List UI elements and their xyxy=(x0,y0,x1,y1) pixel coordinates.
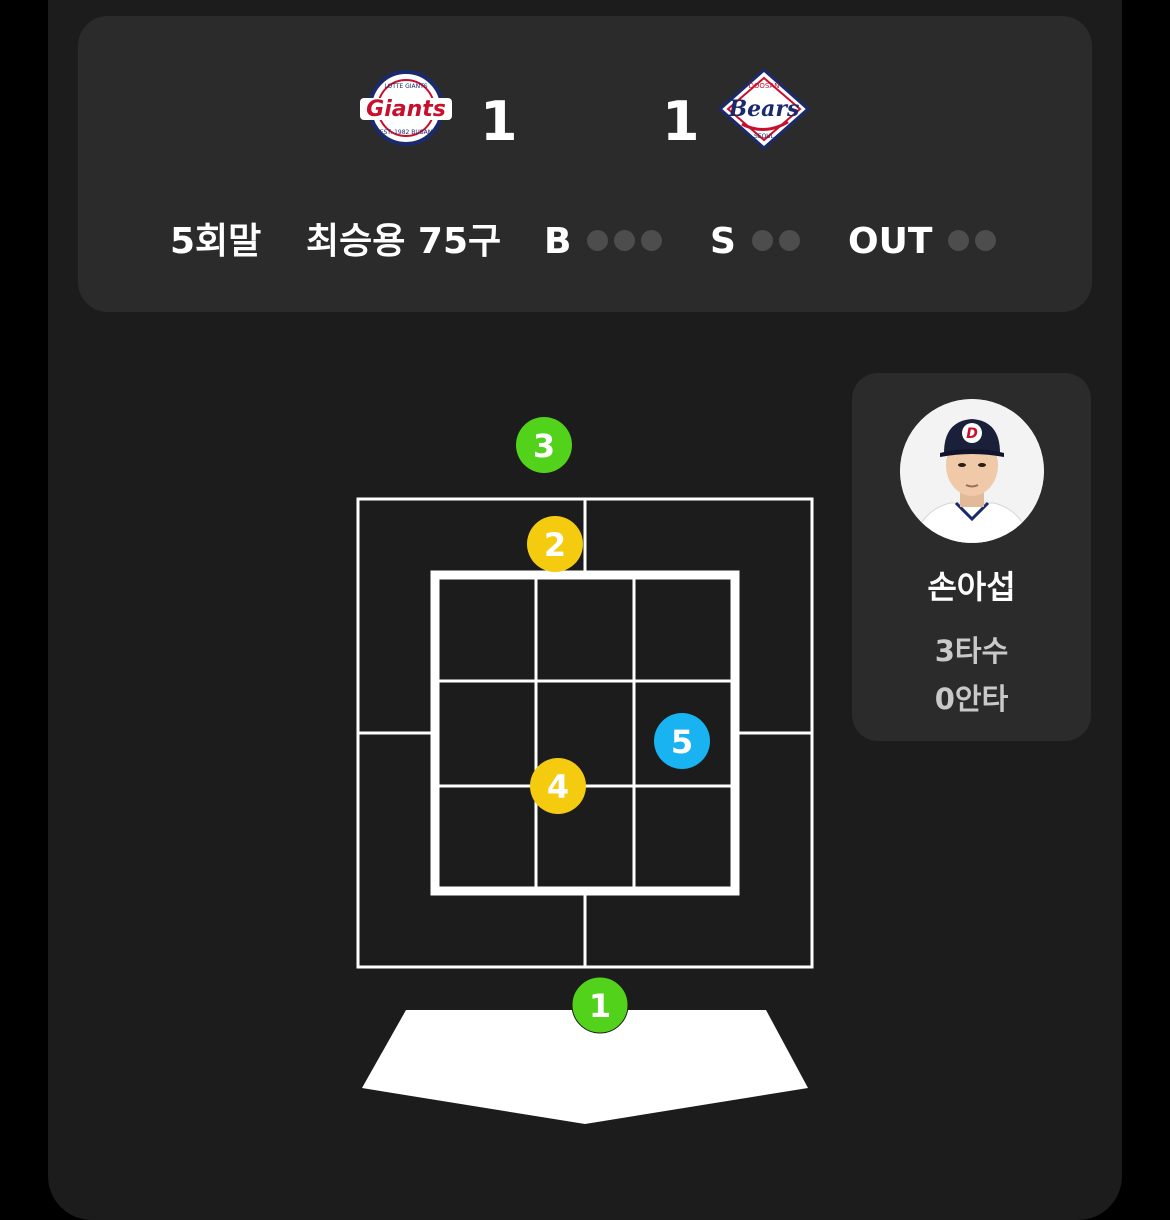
pitch-number: 1 xyxy=(589,987,611,1025)
pitch-marker-5: 5 xyxy=(654,713,710,769)
pitch-marker-1: 1 xyxy=(571,976,629,1034)
player-photo-avatar: D xyxy=(900,399,1044,543)
pitch-number: 5 xyxy=(671,723,693,761)
batter-at-bats: 3타수 xyxy=(934,634,1009,668)
pitch-number: 3 xyxy=(533,427,555,465)
pitch-marker-2: 2 xyxy=(527,516,583,572)
pitch-marker-3: 3 xyxy=(516,417,572,473)
svg-text:D: D xyxy=(966,426,978,442)
pitch-number: 4 xyxy=(547,768,569,806)
batter-hits: 0안타 xyxy=(934,682,1009,716)
batter-name: 손아섭 xyxy=(927,568,1016,606)
pitch-marker-4: 4 xyxy=(530,758,586,814)
pitch-number: 2 xyxy=(544,526,566,564)
